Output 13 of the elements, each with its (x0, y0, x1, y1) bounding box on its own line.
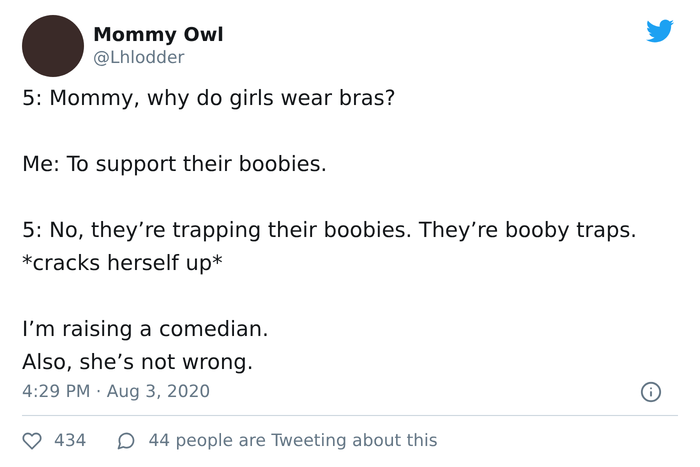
bird-logo-icon (644, 17, 676, 45)
timestamp[interactable]: 4:29 PM · Aug 3, 2020 (22, 381, 210, 403)
like-count: 434 (54, 430, 86, 452)
author-name: Mommy Owl (93, 23, 224, 47)
tweet-text: I’m raising a comedian. Also, she’s not wrong. (22, 316, 270, 376)
comment-icon[interactable] (116, 431, 136, 451)
tweeting-about-link[interactable]: 44 people are Tweeting about this (148, 430, 438, 452)
tweet-text: 5: No, they’re trapping their boobies. They’re booby traps. *cracks herself up* (22, 217, 638, 277)
tweet-text: Me: To support their boobies. (22, 151, 328, 178)
author-handle: @Lhlodder (93, 47, 186, 69)
tweet-text: 5: Mommy, why do girls wear bras? (22, 85, 397, 112)
heart-icon[interactable] (22, 431, 42, 451)
info-icon[interactable] (640, 381, 662, 403)
